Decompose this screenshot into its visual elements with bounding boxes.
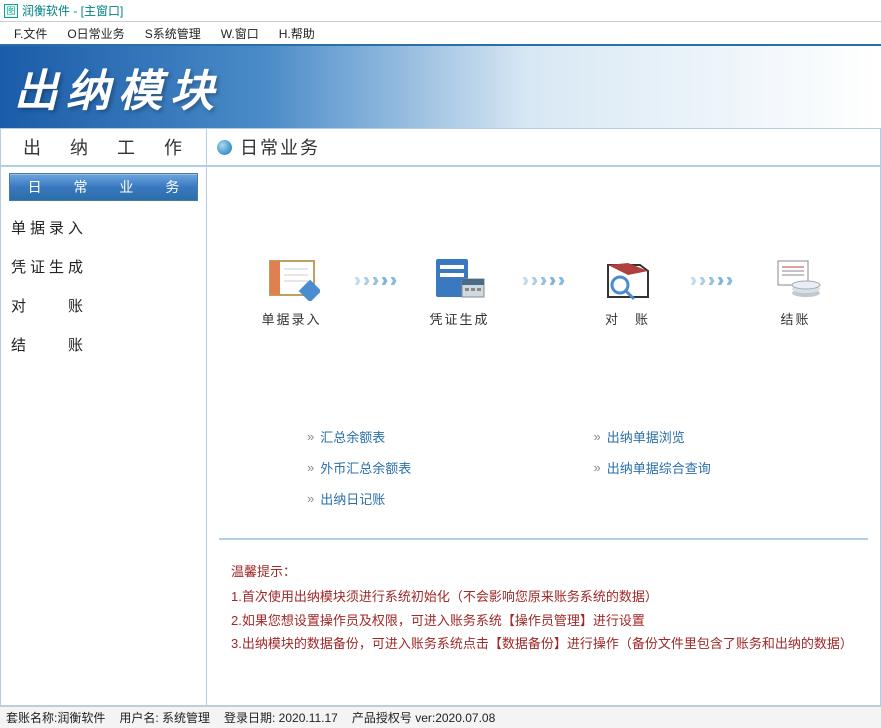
menu-system[interactable]: S系统管理: [135, 22, 211, 45]
menu-daily[interactable]: O日常业务: [57, 22, 134, 45]
document-entry-icon: [264, 257, 320, 301]
sidebar-header: 出 纳 工 作: [1, 129, 206, 167]
title-bar: 图 润衡软件 - [主窗口]: [0, 0, 881, 22]
tip-line: 3.出纳模块的数据备份，可进入账务系统点击【数据备份】进行操作（备份文件里包含了…: [231, 632, 856, 655]
workflow-row: 单据录入 凭证生成 对 账 结账: [207, 167, 880, 417]
link-cash-journal[interactable]: 出纳日记账: [307, 489, 554, 508]
flow-node-close[interactable]: 结账: [741, 257, 851, 328]
link-bill-browse[interactable]: 出纳单据浏览: [594, 427, 841, 446]
menu-window[interactable]: W.窗口: [211, 22, 269, 45]
window-title: 润衡软件 - [主窗口]: [22, 2, 123, 19]
link-summary-balance[interactable]: 汇总余额表: [307, 427, 554, 446]
flow-label: 凭证生成: [429, 309, 489, 328]
tip-line: 1.首次使用出纳模块须进行系统初始化（不会影响您原来账务系统的数据）: [231, 585, 856, 608]
status-account: 套账名称:润衡软件: [6, 709, 119, 726]
sidebar-category-daily[interactable]: 日 常 业 务: [9, 173, 198, 201]
sidebar-item-close[interactable]: 结 账: [11, 328, 196, 367]
sidebar-item-voucher[interactable]: 凭证生成: [11, 250, 196, 289]
status-license: 产品授权号 ver:2020.07.08: [352, 709, 509, 726]
flow-arrow-icon: [523, 277, 565, 307]
reconcile-icon: [600, 257, 656, 301]
flow-label: 对 账: [605, 309, 650, 328]
page-title: 日常业务: [240, 134, 320, 160]
status-login-date: 登录日期: 2020.11.17: [224, 709, 352, 726]
flow-arrow-icon: [355, 277, 397, 307]
flow-arrow-icon: [691, 277, 733, 307]
status-bar: 套账名称:润衡软件 用户名: 系统管理 登录日期: 2020.11.17 产品授…: [0, 706, 881, 728]
menu-help[interactable]: H.帮助: [269, 22, 325, 45]
flow-label: 结账: [780, 309, 810, 328]
flow-node-entry[interactable]: 单据录入: [237, 257, 347, 328]
tips-panel: 温馨提示： 1.首次使用出纳模块须进行系统初始化（不会影响您原来账务系统的数据）…: [207, 540, 880, 676]
tip-line: 2.如果您想设置操作员及权限，可进入账务系统【操作员管理】进行设置: [231, 609, 856, 632]
quick-links: 汇总余额表 出纳单据浏览 外币汇总余额表 出纳单据综合查询 出纳日记账: [207, 417, 880, 538]
link-bill-query[interactable]: 出纳单据综合查询: [594, 458, 841, 477]
sidebar-item-reconcile[interactable]: 对 账: [11, 289, 196, 328]
link-fx-summary[interactable]: 外币汇总余额表: [307, 458, 554, 477]
flow-label: 单据录入: [261, 309, 321, 328]
flow-node-reconcile[interactable]: 对 账: [573, 257, 683, 328]
status-user: 用户名: 系统管理: [119, 709, 224, 726]
flow-node-voucher[interactable]: 凭证生成: [405, 257, 515, 328]
bullet-icon: [217, 140, 232, 155]
app-icon: 图: [4, 4, 18, 18]
main-panel: 日常业务 单据录入 凭证生成 对 账 结账 汇总余额表: [207, 128, 881, 706]
module-title: 出纳模块: [14, 55, 222, 119]
sidebar: 出 纳 工 作 日 常 业 务 单据录入 凭证生成 对 账 结 账: [0, 128, 207, 706]
sidebar-item-entry[interactable]: 单据录入: [11, 211, 196, 250]
main-header: 日常业务: [207, 129, 880, 167]
voucher-icon: [432, 257, 488, 301]
menu-bar: F.文件 O日常业务 S系统管理 W.窗口 H.帮助: [0, 22, 881, 46]
tips-title: 温馨提示：: [231, 560, 856, 583]
menu-file[interactable]: F.文件: [4, 22, 57, 45]
closing-icon: [768, 257, 824, 301]
module-banner: 出纳模块: [0, 46, 881, 128]
